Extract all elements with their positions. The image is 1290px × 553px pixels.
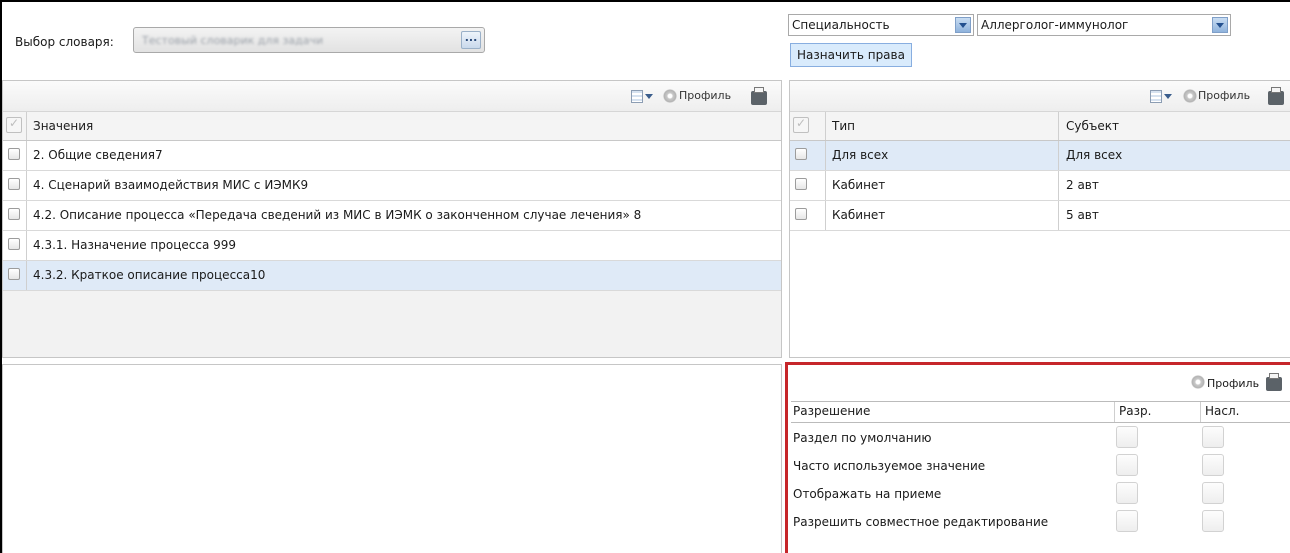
row-checkbox[interactable] (795, 208, 807, 220)
allow-column-header: Разр. (1119, 404, 1152, 418)
dictionary-value: Тестовый словарик для задачи (142, 34, 324, 47)
row-label: 4. Сценарий взаимодействия МИС с ИЭМК9 (33, 178, 309, 192)
profile-button[interactable]: Профиль (1207, 377, 1259, 390)
dictionary-label: Выбор словаря: (15, 35, 114, 49)
columns-icon[interactable] (631, 90, 643, 103)
rights-panel: Профиль Тип Субъект Для всех Для всех Ка… (789, 80, 1290, 358)
select-all-checkbox[interactable] (6, 116, 22, 133)
allow-checkbox[interactable] (1116, 482, 1138, 504)
row-label: 4.3.1. Назначение процесса 999 (33, 238, 237, 252)
allow-checkbox[interactable] (1116, 510, 1138, 532)
inherit-checkbox[interactable] (1202, 482, 1224, 504)
inherit-checkbox[interactable] (1202, 510, 1224, 532)
permission-label: Часто используемое значение (793, 459, 986, 473)
row-checkbox[interactable] (8, 148, 20, 160)
assign-rights-button[interactable]: Назначить права (790, 43, 912, 67)
allow-checkbox[interactable] (1116, 426, 1138, 448)
profile-button[interactable]: Профиль (1198, 89, 1250, 102)
subject-select[interactable]: Аллерголог-иммунолог (977, 14, 1231, 36)
details-panel (2, 364, 782, 553)
table-row[interactable]: Кабинет 5 авт (790, 201, 1290, 231)
rights-grid-header: Тип Субъект (790, 112, 1290, 141)
dictionary-browse-button[interactable]: ... (461, 31, 481, 49)
inherit-checkbox[interactable] (1202, 454, 1224, 476)
gear-icon[interactable] (663, 89, 677, 103)
subject-select-value: Аллерголог-иммунолог (981, 18, 1129, 32)
permissions-header: Разрешение Разр. Насл. (791, 401, 1290, 423)
subject-cell: Для всех (1066, 148, 1123, 162)
row-checkbox[interactable] (795, 148, 807, 160)
permission-label: Разрешить совместное редактирование (793, 515, 1049, 529)
values-grid-header: Значения (3, 112, 781, 141)
permission-label: Раздел по умолчанию (793, 431, 932, 445)
caret-down-icon[interactable] (645, 94, 653, 99)
row-label: 2. Общие сведения7 (33, 148, 163, 162)
type-cell: Кабинет (832, 178, 886, 192)
columns-icon[interactable] (1150, 90, 1162, 103)
chevron-down-icon[interactable] (955, 17, 971, 33)
row-label: 4.3.2. Краткое описание процесса10 (33, 268, 266, 282)
list-item[interactable]: 2. Общие сведения7 (3, 141, 781, 171)
type-cell: Для всех (832, 148, 889, 162)
printer-icon[interactable] (1268, 87, 1284, 105)
type-select-value: Специальность (792, 18, 890, 32)
list-item[interactable]: 4.3.1. Назначение процесса 999 (3, 231, 781, 261)
caret-down-icon[interactable] (1164, 94, 1172, 99)
list-item[interactable]: 4. Сценарий взаимодействия МИС с ИЭМК9 (3, 171, 781, 201)
permission-column-header: Разрешение (793, 404, 871, 418)
list-item[interactable]: 4.3.2. Краткое описание процесса10 (3, 261, 781, 291)
row-checkbox[interactable] (8, 178, 20, 190)
values-toolbar: Профиль (3, 81, 781, 112)
values-column-header[interactable]: Значения (33, 119, 93, 133)
row-checkbox[interactable] (8, 238, 20, 250)
permission-label: Отображать на приеме (793, 487, 942, 501)
row-checkbox[interactable] (8, 268, 20, 280)
type-select[interactable]: Специальность (788, 14, 974, 36)
select-all-checkbox[interactable] (793, 116, 809, 133)
values-panel: Профиль Значения 2. Общие сведения7 4. С… (2, 80, 782, 358)
permissions-panel: Профиль Разрешение Разр. Насл. Раздел по… (785, 362, 1290, 553)
subject-cell: 2 авт (1066, 178, 1099, 192)
subject-column-header[interactable]: Субъект (1066, 119, 1119, 133)
chevron-down-icon[interactable] (1212, 17, 1228, 33)
profile-button[interactable]: Профиль (679, 89, 731, 102)
row-checkbox[interactable] (8, 208, 20, 220)
table-row[interactable]: Для всех Для всех (790, 141, 1290, 171)
list-item[interactable]: 4.2. Описание процесса «Передача сведени… (3, 201, 781, 231)
row-label: 4.2. Описание процесса «Передача сведени… (33, 208, 642, 222)
gear-icon[interactable] (1191, 375, 1205, 389)
gear-icon[interactable] (1183, 89, 1197, 103)
subject-cell: 5 авт (1066, 208, 1099, 222)
printer-icon[interactable] (1266, 373, 1282, 391)
row-checkbox[interactable] (795, 178, 807, 190)
inherit-checkbox[interactable] (1202, 426, 1224, 448)
type-column-header[interactable]: Тип (832, 119, 855, 133)
printer-icon[interactable] (751, 87, 767, 105)
allow-checkbox[interactable] (1116, 454, 1138, 476)
dictionary-field[interactable]: Тестовый словарик для задачи ... (133, 27, 485, 53)
table-row[interactable]: Кабинет 2 авт (790, 171, 1290, 201)
rights-toolbar: Профиль (790, 81, 1290, 112)
inherit-column-header: Насл. (1205, 404, 1240, 418)
type-cell: Кабинет (832, 208, 886, 222)
